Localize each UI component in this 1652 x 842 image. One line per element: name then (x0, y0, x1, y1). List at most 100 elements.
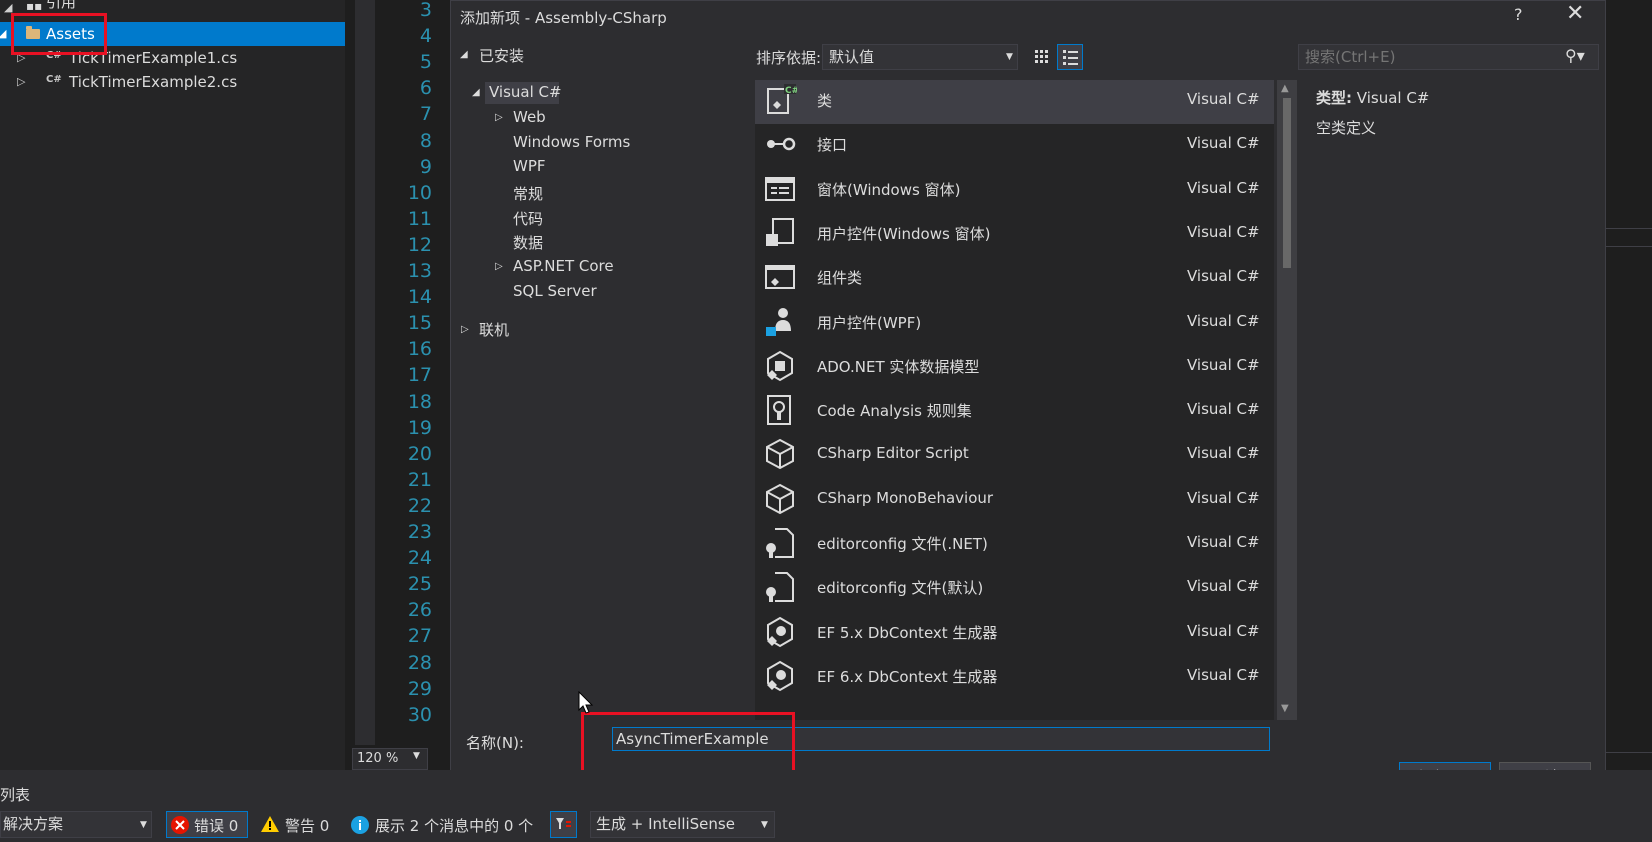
expand-arrow-icon[interactable]: ▷ (495, 261, 503, 272)
template-row[interactable]: EF 6.x DbContext 生成器 Visual C# (755, 654, 1274, 700)
line-number: 4 (419, 25, 432, 48)
build-value: 生成 + IntelliSense (596, 815, 735, 833)
expand-arrow-icon[interactable]: ▷ (17, 70, 25, 94)
tree-item-file[interactable]: ▷ C# TickTimerExample2.cs (0, 70, 345, 94)
category-data[interactable]: 数据 (513, 232, 543, 253)
template-language: Visual C# (1187, 621, 1260, 640)
cube-icon (763, 482, 797, 516)
line-number: 20 (407, 442, 432, 465)
tree-item-label: 引用 (46, 0, 77, 11)
category-visual-csharp[interactable]: Visual C# (489, 83, 562, 101)
component-icon (763, 260, 797, 294)
sort-value: 默认值 (829, 48, 875, 66)
category-code[interactable]: 代码 (513, 208, 543, 229)
scroll-up-icon[interactable]: ▲ (1281, 83, 1289, 94)
warnings-count[interactable]: 警告 0 (285, 815, 329, 836)
template-name: CSharp Editor Script (817, 444, 969, 463)
template-language: Visual C# (1187, 134, 1260, 153)
template-row[interactable]: CSharp MonoBehaviour Visual C# (755, 477, 1274, 523)
template-row[interactable]: editorconfig 文件(.NET) Visual C# (755, 521, 1274, 567)
category-sql-server[interactable]: SQL Server (513, 282, 597, 300)
divider (1606, 228, 1652, 229)
line-number: 16 (407, 338, 432, 361)
category-online[interactable]: 联机 (479, 319, 509, 340)
line-number: 9 (419, 155, 432, 178)
search-input[interactable] (1298, 44, 1599, 70)
sort-select[interactable]: 默认值 (822, 44, 1018, 70)
dropdown-arrow-icon[interactable]: ▼ (413, 751, 420, 761)
template-row[interactable]: EF 5.x DbContext 生成器 Visual C# (755, 610, 1274, 656)
dialog-title: 添加新项 - Assembly-CSharp (460, 9, 667, 27)
expand-arrow-icon[interactable]: ▷ (17, 46, 25, 70)
tree-item-file[interactable]: ▷ C# TickTimerExample1.cs (0, 46, 345, 70)
tree-item-assets[interactable]: ◢ Assets (0, 22, 345, 46)
entity-model-icon (763, 349, 797, 383)
template-name: 接口 (817, 136, 848, 155)
expand-arrow-icon[interactable]: ◢ (4, 0, 12, 20)
close-button[interactable]: ✕ (1566, 1, 1584, 26)
generator-icon (763, 659, 797, 693)
expand-arrow-icon[interactable]: ◢ (0, 22, 6, 46)
editor-background (1606, 0, 1652, 770)
category-wpf[interactable]: WPF (513, 157, 546, 175)
category-general[interactable]: 常规 (513, 183, 543, 204)
tree-item-references[interactable]: ◢ ▪▪ 引用 (0, 0, 345, 24)
template-language: Visual C# (1187, 400, 1260, 419)
template-name: Code Analysis 规则集 (817, 402, 972, 421)
template-row[interactable]: 用户控件(WPF) Visual C# (755, 300, 1274, 346)
line-number: 5 (419, 51, 432, 74)
detail-type: 类型: Visual C# (1316, 87, 1429, 108)
line-number: 17 (407, 364, 432, 387)
template-row[interactable]: 窗体(Windows 窗体) Visual C# (755, 167, 1274, 213)
detail-description: 空类定义 (1316, 119, 1377, 137)
template-row[interactable]: 用户控件(Windows 窗体) Visual C# (755, 211, 1274, 257)
expand-arrow-icon[interactable]: ▷ (495, 112, 503, 123)
template-language: Visual C# (1187, 178, 1260, 197)
category-installed[interactable]: 已安装 (479, 45, 524, 66)
build-filter-button[interactable] (550, 811, 577, 838)
folder-icon (26, 26, 40, 39)
scroll-down-icon[interactable]: ▼ (1281, 703, 1289, 714)
list-view-button[interactable] (1057, 44, 1083, 70)
warning-icon (261, 816, 279, 832)
template-row[interactable]: editorconfig 文件(默认) Visual C# (755, 565, 1274, 611)
grid-view-button[interactable] (1028, 44, 1054, 70)
build-select[interactable]: 生成 + IntelliSense (590, 811, 775, 838)
search-icon[interactable]: ⚲▾ (1565, 46, 1585, 65)
template-row[interactable]: C# 类 Visual C# (755, 80, 1274, 124)
template-row[interactable]: Code Analysis 规则集 Visual C# (755, 388, 1274, 434)
zoom-value: 120 % (357, 751, 399, 766)
line-number: 8 (419, 129, 432, 152)
template-language: Visual C# (1187, 444, 1260, 463)
category-web[interactable]: Web (513, 108, 546, 126)
scroll-thumb[interactable] (1283, 98, 1291, 268)
template-name: 用户控件(WPF) (817, 313, 922, 332)
collapse-arrow-icon[interactable]: ◢ (472, 87, 480, 98)
detail-type-label: 类型: (1316, 89, 1352, 107)
template-row[interactable]: ADO.NET 实体数据模型 Visual C# (755, 344, 1274, 390)
cube-icon (763, 437, 797, 471)
template-name: 窗体(Windows 窗体) (817, 180, 961, 199)
template-language: Visual C# (1187, 533, 1260, 551)
form-icon (763, 172, 797, 206)
category-aspnet-core[interactable]: ASP.NET Core (513, 257, 614, 275)
line-number: 21 (407, 468, 432, 491)
name-input[interactable] (612, 727, 1270, 751)
dropdown-arrow-icon[interactable]: ▼ (1006, 52, 1013, 62)
template-row[interactable]: CSharp Editor Script Visual C# (755, 432, 1274, 478)
dropdown-arrow-icon[interactable]: ▼ (140, 820, 147, 830)
help-button[interactable]: ? (1514, 5, 1523, 24)
wpf-control-icon (763, 305, 797, 339)
line-number: 12 (407, 233, 432, 256)
expand-arrow-icon[interactable]: ▷ (461, 324, 469, 335)
category-windows-forms[interactable]: Windows Forms (513, 133, 630, 151)
template-language: Visual C# (1187, 222, 1260, 241)
dropdown-arrow-icon[interactable]: ▼ (761, 820, 768, 830)
line-number: 18 (407, 390, 432, 413)
messages-count[interactable]: 展示 2 个消息中的 0 个 (375, 815, 533, 836)
template-row[interactable]: 接口 Visual C# (755, 122, 1274, 168)
collapse-arrow-icon[interactable]: ◢ (460, 49, 468, 60)
scope-select[interactable]: 解决方案 (0, 811, 152, 838)
template-row[interactable]: 组件类 Visual C# (755, 255, 1274, 301)
template-language: Visual C# (1187, 90, 1260, 108)
